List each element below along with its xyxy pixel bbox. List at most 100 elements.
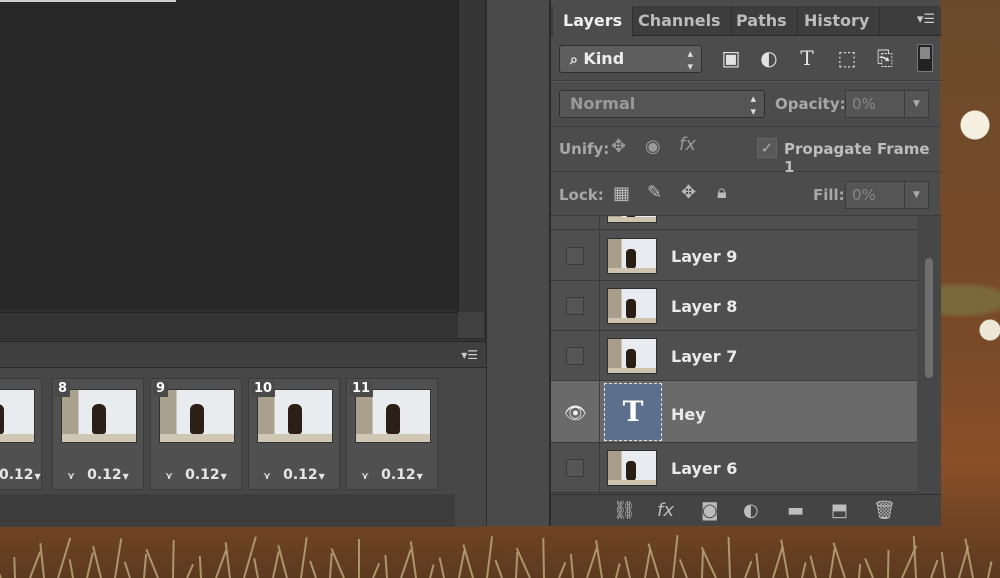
- scrollbar-thumb[interactable]: [925, 258, 933, 378]
- panel-menu-icon[interactable]: ▾☰: [917, 12, 935, 27]
- layer-name[interactable]: Layer 6: [671, 459, 737, 478]
- blend-mode-label: Normal: [570, 94, 636, 113]
- adjustment-filter-icon[interactable]: ◐: [755, 44, 783, 72]
- tab-layers[interactable]: Layers: [553, 6, 634, 37]
- type-filter-icon[interactable]: T: [793, 44, 821, 72]
- grass-stroke: [39, 543, 45, 578]
- layer-thumbnail: [607, 450, 657, 486]
- visibility-toggle[interactable]: [566, 347, 584, 365]
- grass-stroke: [438, 557, 446, 578]
- row-separator: [599, 231, 600, 280]
- tab-channels[interactable]: Channels: [628, 6, 732, 36]
- timeline-frame[interactable]: 8 ⋎ 0.12▼: [52, 378, 144, 490]
- grass-stroke: [557, 561, 566, 578]
- blend-mode-select[interactable]: Normal ▴ ▾: [559, 90, 765, 118]
- grass-stroke: [224, 542, 231, 578]
- chevron-down-icon[interactable]: ▼: [904, 182, 928, 208]
- frame-delay[interactable]: ⋎ 0.12▼: [165, 467, 227, 483]
- shape-filter-icon[interactable]: ⬚: [833, 44, 861, 72]
- frame-delay[interactable]: 0.12▼: [0, 467, 41, 483]
- layer-name[interactable]: Hey: [671, 405, 706, 424]
- smart-object-filter-icon[interactable]: ⎘: [871, 44, 899, 72]
- timeline-frame[interactable]: 0.12▼: [0, 378, 42, 490]
- opacity-field[interactable]: 0% ▼: [845, 90, 929, 118]
- layer-name[interactable]: Layer 7: [671, 347, 737, 366]
- layer-row[interactable]: Layer 9: [551, 231, 917, 281]
- layer-row[interactable]: Layer 8: [551, 281, 917, 331]
- timeline-header: ▾☰: [0, 342, 486, 368]
- grass-stroke: [199, 555, 203, 578]
- grass-stroke: [569, 554, 574, 578]
- lock-paint-brush-icon[interactable]: ✎: [647, 182, 662, 203]
- trash-icon[interactable]: 🗑︎: [873, 500, 896, 521]
- visibility-toggle[interactable]: [566, 297, 584, 315]
- adjustment-layer-icon[interactable]: ◐: [743, 500, 759, 521]
- grass-stroke: [0, 564, 2, 578]
- fill-label: Fill:: [813, 186, 845, 204]
- tab-history[interactable]: History: [794, 6, 881, 36]
- lock-transparent-icon[interactable]: ▦: [613, 183, 630, 204]
- propagate-checkbox[interactable]: ✓: [757, 138, 777, 158]
- grass-stroke: [123, 561, 131, 578]
- new-layer-icon[interactable]: ⬒: [831, 500, 848, 521]
- row-separator: [599, 381, 600, 442]
- layers-footer: ⛓︎ fx ◙ ◐ ▬ ⬒ 🗑︎: [551, 494, 941, 526]
- unify-visibility-icon[interactable]: ◉: [645, 136, 661, 157]
- timeline-frame[interactable]: 10 ⋎ 0.12▼: [248, 378, 340, 490]
- panel-menu-icon[interactable]: ▾☰: [461, 348, 478, 362]
- layer-name[interactable]: Layer 8: [671, 297, 737, 316]
- grass-stroke: [929, 559, 938, 578]
- grass-stroke: [672, 535, 679, 578]
- frame-delay[interactable]: ⋎ 0.12▼: [361, 467, 423, 483]
- eye-icon[interactable]: 👁︎: [564, 403, 587, 424]
- grass-stroke: [594, 540, 603, 578]
- grass-stroke: [858, 563, 862, 578]
- timeline-footer-block: [455, 494, 486, 527]
- frame-thumbnail: [355, 389, 431, 443]
- frame-delay[interactable]: ⋎ 0.12▼: [67, 467, 129, 483]
- grass-stroke: [171, 539, 175, 578]
- filter-toggle-switch[interactable]: [917, 44, 933, 72]
- canvas-vertical-scrollbar[interactable]: [458, 0, 484, 312]
- panel-splitter[interactable]: [486, 0, 550, 526]
- filter-kind-select[interactable]: ⌕ Kind ▴ ▾: [559, 45, 702, 73]
- updown-icon: ▴ ▾: [750, 92, 756, 118]
- tab-paths[interactable]: Paths: [726, 6, 798, 36]
- grass-stroke: [114, 538, 123, 578]
- visibility-toggle[interactable]: [566, 247, 584, 265]
- frame-delay[interactable]: ⋎ 0.12▼: [263, 467, 325, 483]
- search-icon: ⌕: [570, 52, 578, 68]
- timeline-frame[interactable]: 9 ⋎ 0.12▼: [150, 378, 242, 490]
- desktop-photo-strip: [940, 0, 1000, 578]
- fill-value: 0%: [852, 186, 876, 204]
- grass-stroke: [542, 537, 546, 578]
- link-layers-icon[interactable]: ⛓︎: [613, 500, 636, 521]
- layer-name[interactable]: Layer 9: [671, 247, 737, 266]
- add-mask-icon[interactable]: ◙: [701, 500, 718, 521]
- new-group-folder-icon[interactable]: ▬: [787, 500, 804, 521]
- document-canvas-area: [0, 0, 486, 340]
- canvas[interactable]: [0, 0, 458, 310]
- grass-stroke: [271, 551, 280, 578]
- layers-scrollbar[interactable]: [917, 216, 941, 494]
- lock-all-icon[interactable]: 🔒︎: [717, 182, 727, 203]
- visibility-toggle[interactable]: [566, 459, 584, 477]
- timeline-frame[interactable]: 11 ⋎ 0.12▼: [346, 378, 438, 490]
- row-separator: [599, 443, 600, 492]
- unify-position-icon[interactable]: ✥: [611, 136, 626, 157]
- unify-label: Unify:: [559, 140, 610, 158]
- grass-stroke: [28, 551, 41, 578]
- unify-style-icon[interactable]: fx: [679, 134, 696, 155]
- fx-icon[interactable]: fx: [657, 500, 674, 521]
- lock-move-icon[interactable]: ✥: [681, 182, 696, 203]
- layer-row-selected[interactable]: 👁︎ T Hey: [551, 381, 917, 443]
- fill-field[interactable]: 0% ▼: [845, 181, 929, 209]
- chevron-down-icon[interactable]: ▼: [904, 91, 928, 117]
- layer-row[interactable]: Layer 7: [551, 331, 917, 381]
- layer-row[interactable]: Layer 6: [551, 443, 917, 493]
- layer-row-partial[interactable]: [551, 216, 917, 230]
- canvas-horizontal-scrollbar[interactable]: [0, 312, 458, 338]
- frame-thumbnail: [159, 389, 235, 443]
- image-filter-icon[interactable]: ▣: [717, 44, 745, 72]
- updown-icon: ▴ ▾: [687, 47, 693, 73]
